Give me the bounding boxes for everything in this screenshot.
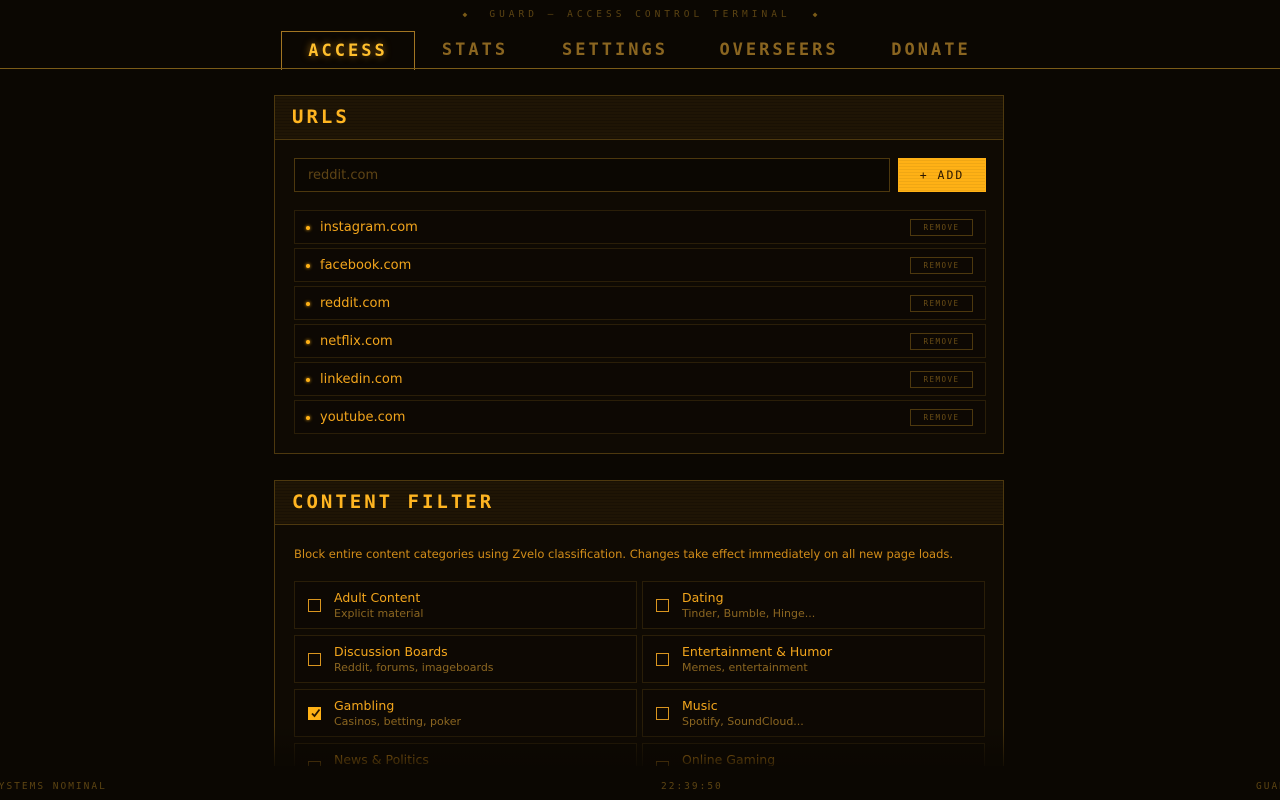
- status-time: 22:39:50: [661, 781, 723, 792]
- url-list-item: linkedin.com REMOVE: [294, 362, 986, 396]
- checkmark-icon: [311, 708, 321, 718]
- status-left-text: SYSTEMS NOMINAL: [0, 781, 107, 792]
- url-text: netflix.com: [320, 334, 393, 349]
- bullet-icon: [306, 226, 310, 230]
- tab-settings[interactable]: SETTINGS: [548, 31, 682, 68]
- bullet-icon: [306, 378, 310, 382]
- content-filter-panel: CONTENT FILTER Block entire content cate…: [274, 480, 1004, 766]
- url-text: instagram.com: [320, 220, 418, 235]
- category-description: Memes, entertainment: [682, 661, 808, 674]
- category-checkbox[interactable]: [308, 599, 321, 612]
- category-checkbox[interactable]: [656, 653, 669, 666]
- url-list-item: youtube.com REMOVE: [294, 400, 986, 434]
- category-adult-content[interactable]: Adult Content Explicit material: [294, 581, 637, 629]
- urls-panel-header: URLS: [275, 96, 1003, 140]
- category-name: Entertainment & Humor: [682, 644, 833, 659]
- category-name: Music: [682, 698, 718, 713]
- bullet-icon: [306, 416, 310, 420]
- diamond-icon: ◆: [462, 10, 468, 19]
- main-content[interactable]: URLS + ADD instagram.com REMOVE facebook…: [0, 69, 1280, 766]
- content-filter-description: Block entire content categories using Zv…: [294, 547, 954, 561]
- remove-url-button[interactable]: REMOVE: [910, 333, 973, 350]
- category-name: Gambling: [334, 698, 395, 713]
- url-text: facebook.com: [320, 258, 412, 273]
- bullet-icon: [306, 264, 310, 268]
- remove-url-button[interactable]: REMOVE: [910, 409, 973, 426]
- url-list-item: reddit.com REMOVE: [294, 286, 986, 320]
- bullet-icon: [306, 340, 310, 344]
- url-text: reddit.com: [320, 296, 391, 311]
- url-text: linkedin.com: [320, 372, 403, 387]
- status-bar: SYSTEMS NOMINAL 22:39:50 GUARD: [0, 766, 1280, 800]
- tab-stats[interactable]: STATS: [420, 31, 530, 68]
- category-discussion-boards[interactable]: Discussion Boards Reddit, forums, imageb…: [294, 635, 637, 683]
- category-online-gaming[interactable]: Online Gaming: [642, 743, 985, 766]
- category-gambling[interactable]: Gambling Casinos, betting, poker: [294, 689, 637, 737]
- category-checkbox-checked[interactable]: [308, 707, 321, 720]
- category-music[interactable]: Music Spotify, SoundCloud...: [642, 689, 985, 737]
- status-right-text: GUARD: [1256, 781, 1280, 792]
- content-filter-header: CONTENT FILTER: [275, 481, 1003, 525]
- remove-url-button[interactable]: REMOVE: [910, 371, 973, 388]
- category-name: Online Gaming: [682, 752, 776, 766]
- urls-panel: URLS + ADD instagram.com REMOVE facebook…: [274, 95, 1004, 454]
- category-name: Dating: [682, 590, 724, 605]
- category-news-politics[interactable]: News & Politics: [294, 743, 637, 766]
- category-checkbox[interactable]: [308, 653, 321, 666]
- tab-bar: ACCESS STATS SETTINGS OVERSEERS DONATE: [0, 31, 1280, 70]
- urls-panel-title: URLS: [292, 106, 350, 128]
- category-name: Discussion Boards: [334, 644, 448, 659]
- app-header: ◆ GUARD — ACCESS CONTROL TERMINAL ◆: [0, 9, 1280, 20]
- tab-access[interactable]: ACCESS: [281, 31, 415, 70]
- url-text: youtube.com: [320, 410, 406, 425]
- url-list-item: facebook.com REMOVE: [294, 248, 986, 282]
- category-description: Casinos, betting, poker: [334, 715, 461, 728]
- content-filter-title: CONTENT FILTER: [292, 491, 495, 513]
- url-list-item: instagram.com REMOVE: [294, 210, 986, 244]
- remove-url-button[interactable]: REMOVE: [910, 295, 973, 312]
- category-entertainment-humor[interactable]: Entertainment & Humor Memes, entertainme…: [642, 635, 985, 683]
- app-title: GUARD — ACCESS CONTROL TERMINAL: [489, 9, 791, 20]
- url-list-item: netflix.com REMOVE: [294, 324, 986, 358]
- category-name: Adult Content: [334, 590, 421, 605]
- remove-url-button[interactable]: REMOVE: [910, 257, 973, 274]
- diamond-icon: ◆: [812, 10, 818, 19]
- category-dating[interactable]: Dating Tinder, Bumble, Hinge...: [642, 581, 985, 629]
- category-description: Reddit, forums, imageboards: [334, 661, 494, 674]
- category-checkbox[interactable]: [656, 707, 669, 720]
- category-description: Spotify, SoundCloud...: [682, 715, 804, 728]
- tab-donate[interactable]: DONATE: [880, 31, 982, 68]
- category-description: Tinder, Bumble, Hinge...: [682, 607, 816, 620]
- bullet-icon: [306, 302, 310, 306]
- category-description: Explicit material: [334, 607, 424, 620]
- add-url-button[interactable]: + ADD: [898, 158, 986, 192]
- tab-overseers[interactable]: OVERSEERS: [708, 31, 850, 68]
- category-checkbox[interactable]: [656, 599, 669, 612]
- remove-url-button[interactable]: REMOVE: [910, 219, 973, 236]
- category-name: News & Politics: [334, 752, 429, 766]
- url-input[interactable]: [294, 158, 890, 192]
